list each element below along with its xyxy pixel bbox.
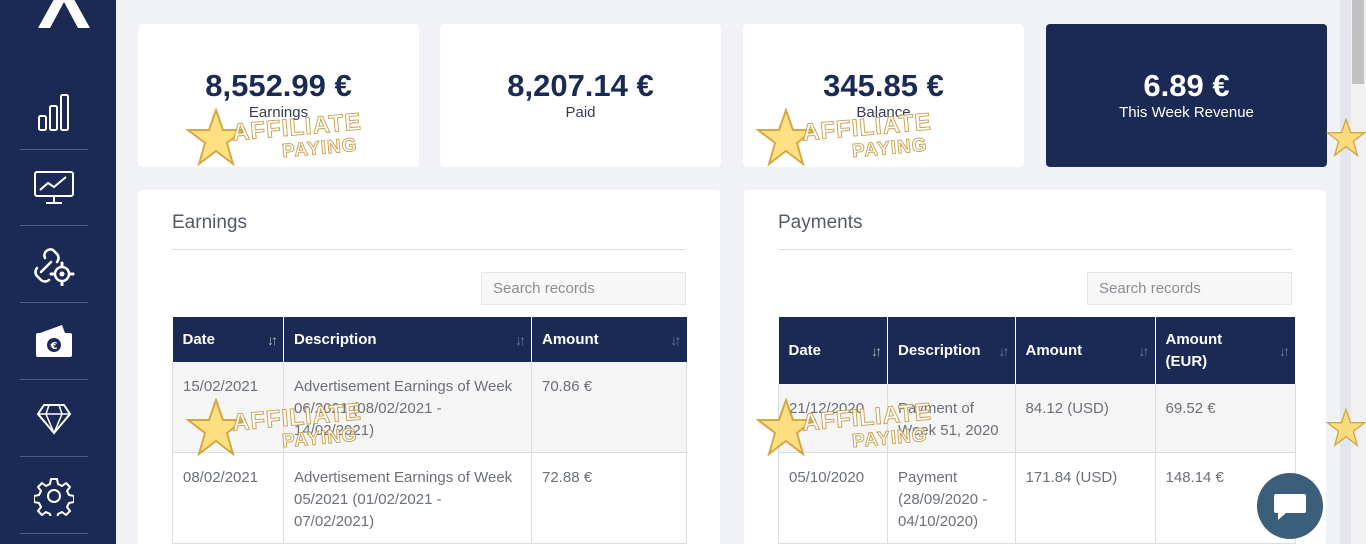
- column-header-amount-eur[interactable]: Amount (EUR) ↓↑: [1155, 317, 1296, 384]
- column-header-date[interactable]: Date ↓↑: [778, 317, 888, 384]
- stat-card-balance: 345.85 € Balance: [743, 24, 1024, 167]
- content-scroll-gutter: [1340, 0, 1350, 544]
- sidebar: €: [0, 0, 116, 544]
- earnings-panel: Earnings Date↓↑ Description↓↑ Amount↓↑ 1…: [138, 190, 720, 544]
- euro-wallet-icon: €: [36, 324, 72, 357]
- svg-text:€: €: [50, 341, 58, 352]
- chat-button[interactable]: [1257, 473, 1323, 539]
- cell-description: Advertisement Earnings of Week 05/2021 (…: [283, 452, 532, 544]
- panel-title: Earnings: [172, 212, 247, 233]
- earnings-search-input[interactable]: [481, 272, 686, 305]
- cell-date: 15/02/2021: [172, 362, 284, 453]
- earnings-table: Date ↓↑ Description ↓↑ Amount ↓↑ 15/02/2021…: [172, 317, 687, 544]
- sort-icon: ↓↑: [515, 331, 526, 348]
- sidebar-item-payments[interactable]: €: [20, 304, 88, 380]
- sort-icon: ↓↑: [871, 342, 882, 359]
- divider: [778, 249, 1292, 250]
- chat-icon: [1274, 494, 1306, 520]
- stat-card-paid: 8,207.14 € Paid: [440, 24, 721, 167]
- stat-card-earnings: 8,552.99 € Earnings: [138, 24, 419, 167]
- cell-description: Payment (28/09/2020 - 04/10/2020): [887, 452, 1016, 544]
- sidebar-item-links[interactable]: [20, 227, 88, 303]
- cell-amount: 171.84 (USD): [1014, 452, 1156, 544]
- sidebar-item-premium[interactable]: [20, 381, 88, 457]
- sidebar-item-dashboard[interactable]: [20, 150, 88, 226]
- sort-icon: ↓↑: [267, 331, 278, 348]
- star-icon: [1326, 117, 1366, 158]
- panel-title: Payments: [778, 212, 863, 233]
- stat-label: Balance: [856, 104, 911, 121]
- cell-amount-eur: 69.52 €: [1154, 384, 1296, 453]
- cell-amount: 70.86 €: [531, 362, 687, 453]
- bar-chart-icon: [38, 93, 69, 131]
- cell-amount: 84.12 (USD): [1014, 384, 1156, 453]
- diamond-icon: [36, 403, 72, 435]
- gear-icon: [34, 477, 74, 516]
- sidebar-item-statistics[interactable]: [20, 74, 88, 150]
- stat-value: 6.89 €: [1143, 68, 1230, 103]
- table-row: 21/12/2020 Payment of Week 51, 2020 84.1…: [778, 384, 1296, 453]
- logo-icon[interactable]: [28, 0, 98, 32]
- stat-label: This Week Revenue: [1119, 104, 1254, 121]
- table-row: 08/02/2021 Advertisement Earnings of Wee…: [172, 452, 687, 544]
- sort-icon: ↓↑: [1279, 342, 1290, 359]
- payments-search-input[interactable]: [1087, 272, 1292, 305]
- sidebar-item-settings[interactable]: [20, 458, 88, 534]
- sort-icon: ↓↑: [670, 331, 682, 348]
- star-icon: [1326, 407, 1366, 448]
- sort-icon: ↓↑: [998, 342, 1010, 359]
- monitor-chart-icon: [34, 170, 74, 204]
- stat-label: Earnings: [248, 104, 309, 121]
- divider: [172, 249, 686, 250]
- table-header-row: Date ↓↑ Description ↓↑ Amount ↓↑: [172, 317, 687, 362]
- cell-amount: 72.88 €: [531, 452, 687, 544]
- sort-icon: ↓↑: [1138, 342, 1150, 359]
- link-gear-icon: [34, 247, 75, 286]
- payments-table: Date ↓↑ Description ↓↑ Amount ↓↑ Amount (EU…: [778, 317, 1296, 544]
- payments-panel: Payments Date↓↑ Description↓↑ Amount↓↑ A…: [744, 190, 1326, 544]
- cell-date: 21/12/2020: [778, 384, 888, 453]
- stat-value: 345.85 €: [823, 68, 944, 103]
- cell-description: Payment of Week 51, 2020: [887, 384, 1016, 453]
- table-row: 15/02/2021 Advertisement Earnings of Wee…: [172, 362, 687, 453]
- cell-description: Advertisement Earnings of Week 06/2021 (…: [283, 362, 532, 453]
- column-header-amount[interactable]: Amount ↓↑: [531, 317, 687, 362]
- stat-value: 8,552.99 €: [205, 68, 352, 103]
- stat-value: 8,207.14 €: [507, 68, 654, 103]
- table-header-row: Date ↓↑ Description ↓↑ Amount ↓↑ Amount (EU…: [778, 317, 1296, 384]
- stat-label: Paid: [565, 104, 596, 121]
- page-scrollbar[interactable]: [1350, 0, 1366, 544]
- stat-card-week-revenue: 6.89 € This Week Revenue: [1046, 24, 1327, 167]
- cell-date: 08/02/2021: [172, 452, 284, 544]
- page-scrollbar-thumb[interactable]: [1352, 0, 1364, 84]
- column-header-amount[interactable]: Amount ↓↑: [1015, 317, 1156, 384]
- cell-date: 05/10/2020: [778, 452, 888, 544]
- column-header-description[interactable]: Description ↓↑: [887, 317, 1016, 384]
- table-row: 05/10/2020 Payment (28/09/2020 - 04/10/2…: [778, 452, 1296, 544]
- column-header-date[interactable]: Date ↓↑: [172, 317, 284, 362]
- column-header-description[interactable]: Description ↓↑: [283, 317, 532, 362]
